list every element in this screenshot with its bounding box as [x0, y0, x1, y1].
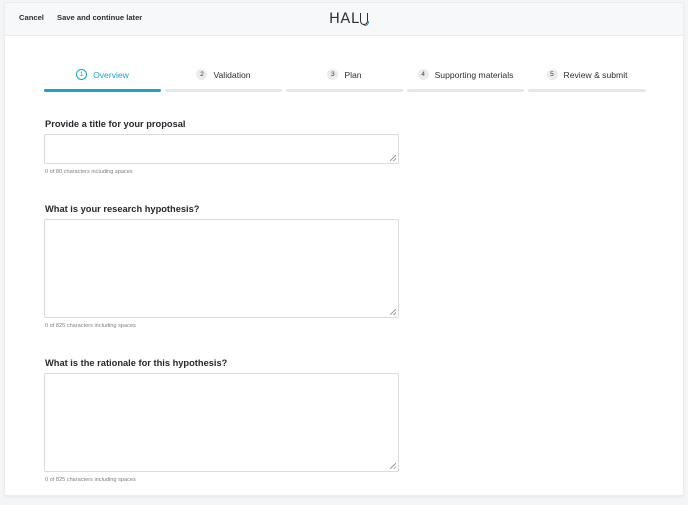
rationale-input[interactable] [45, 374, 398, 471]
title-character-counter: 0 of 80 characters including spaces [45, 169, 133, 175]
resize-handle-icon[interactable] [390, 463, 396, 469]
step-progress-bar [286, 89, 403, 92]
rationale-character-counter: 0 of 825 characters including spaces [45, 477, 136, 483]
progress-stepper: 1 Overview 2 Validation 3 Plan 4 Supporting … [44, 66, 646, 92]
step-label: Validation [213, 69, 251, 80]
step-number-badge: 2 [196, 69, 208, 80]
step-label: Overview [93, 69, 129, 80]
step-validation[interactable]: 2 Validation [165, 66, 282, 92]
rationale-field-label: What is the rationale for this hypothesi… [45, 358, 228, 368]
step-number-badge: 3 [327, 69, 339, 80]
rationale-textarea-wrapper [44, 373, 399, 472]
step-number-badge: 4 [417, 69, 429, 80]
hypothesis-input[interactable] [45, 220, 398, 317]
step-progress-bar [407, 89, 524, 92]
step-label: Supporting materials [434, 69, 514, 80]
title-input[interactable] [45, 135, 398, 163]
resize-handle-icon[interactable] [390, 155, 396, 161]
step-number-badge: 1 [76, 69, 88, 80]
halo-logo: HAL [329, 9, 370, 29]
step-overview[interactable]: 1 Overview [44, 66, 161, 92]
step-progress-bar [165, 89, 282, 92]
step-progress-bar [44, 89, 161, 92]
resize-handle-icon[interactable] [390, 309, 396, 315]
hypothesis-character-counter: 0 of 825 characters including spaces [45, 323, 136, 329]
step-supporting-materials[interactable]: 4 Supporting materials [407, 66, 524, 92]
top-bar: Cancel Save and continue later HAL [5, 3, 683, 36]
hypothesis-field-label: What is your research hypothesis? [45, 204, 200, 214]
logo-text: HAL [329, 11, 360, 27]
logo-o-icon [360, 13, 370, 26]
step-plan[interactable]: 3 Plan [286, 66, 403, 92]
step-label: Review & submit [563, 69, 628, 80]
proposal-form-card: Cancel Save and continue later HAL 1 Over… [5, 3, 683, 495]
cancel-button[interactable]: Cancel [19, 13, 44, 22]
step-review-submit[interactable]: 5 Review & submit [528, 66, 646, 92]
title-field-label: Provide a title for your proposal [45, 119, 186, 129]
hypothesis-textarea-wrapper [44, 219, 399, 318]
save-continue-later-button[interactable]: Save and continue later [57, 13, 142, 22]
step-label: Plan [344, 69, 362, 80]
step-number-badge: 5 [546, 69, 558, 80]
step-progress-bar [528, 89, 646, 92]
title-textarea-wrapper [44, 134, 399, 164]
